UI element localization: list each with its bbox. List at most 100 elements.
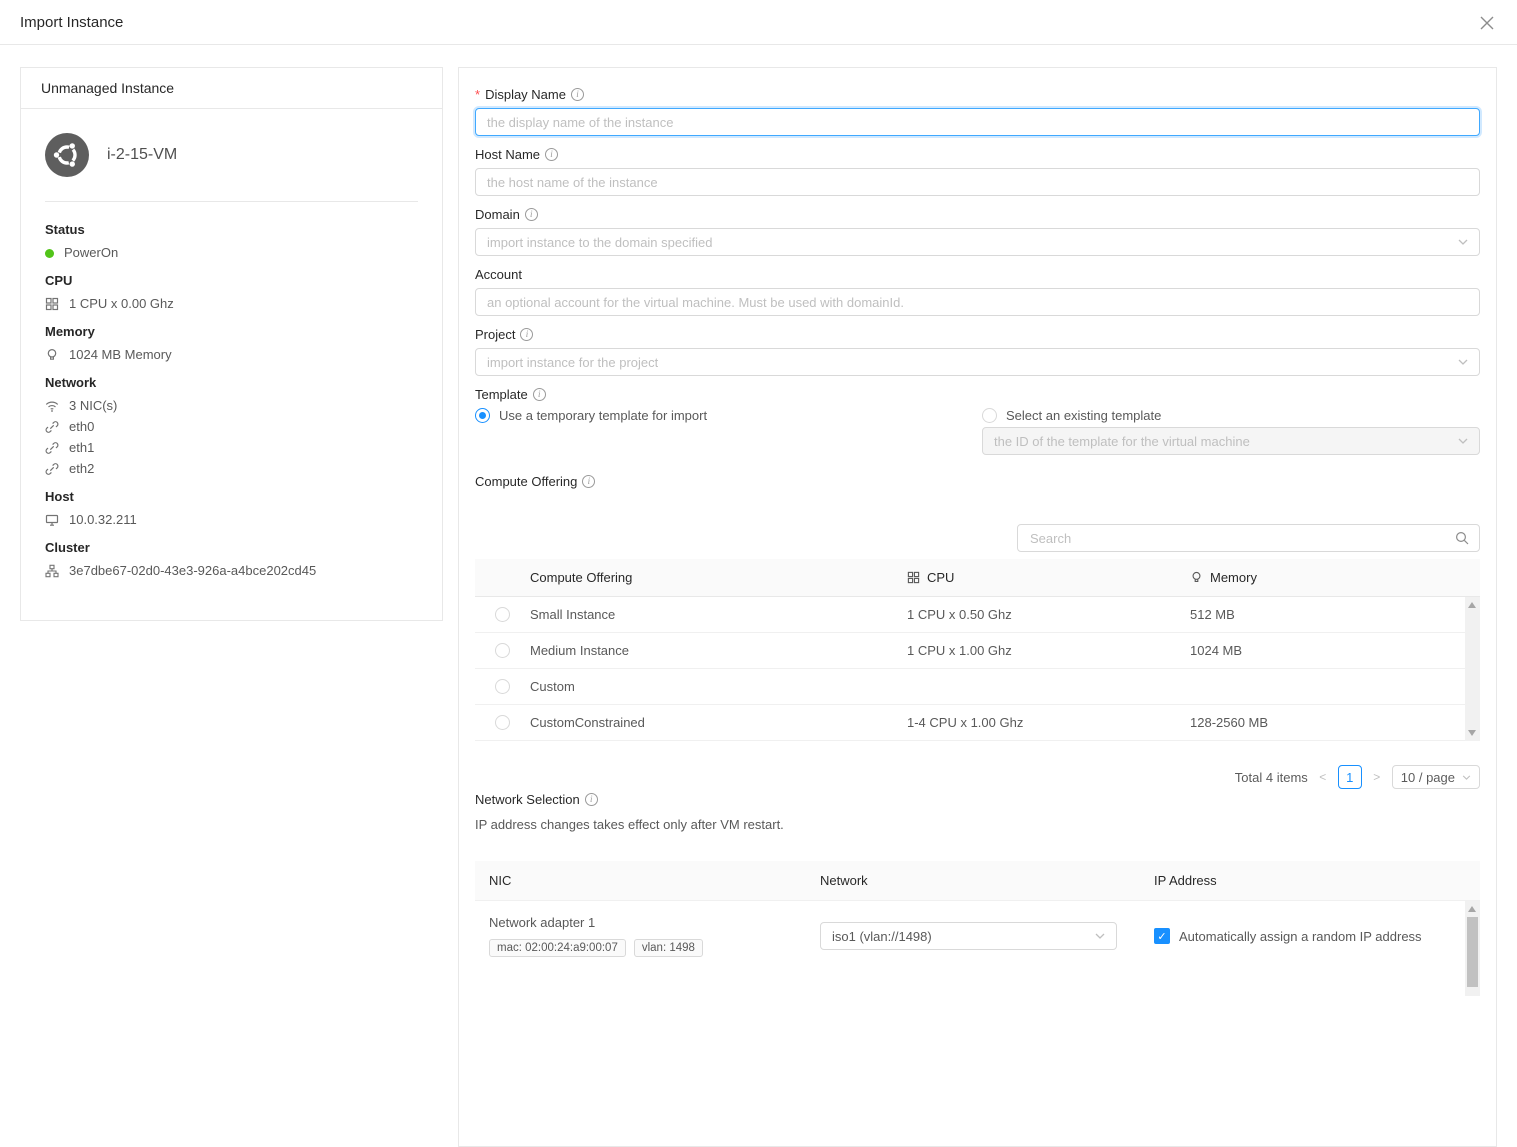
row-radio[interactable]	[495, 607, 510, 622]
interface-name: eth0	[69, 419, 94, 435]
domain-select[interactable]: import instance to the domain specified	[475, 228, 1480, 256]
scroll-thumb[interactable]	[1467, 917, 1478, 987]
link-icon	[45, 420, 59, 434]
table-row[interactable]: Small Instance 1 CPU x 0.50 Ghz 512 MB	[475, 597, 1480, 633]
close-button[interactable]	[1464, 0, 1509, 45]
nic-network-select[interactable]: iso1 (vlan://1498)	[820, 922, 1117, 950]
display-name-item: * Display Name	[475, 84, 1480, 136]
compute-offering-search	[1017, 524, 1480, 552]
instance-name: i-2-15-VM	[107, 146, 177, 164]
wifi-icon	[45, 399, 59, 413]
status-value: PowerOn	[64, 245, 118, 261]
close-icon	[1480, 16, 1494, 30]
column-header-cpu: CPU	[907, 570, 1190, 585]
project-item: Project import instance for the project	[475, 324, 1480, 376]
host-value: 10.0.32.211	[69, 512, 137, 528]
table-row[interactable]: Medium Instance 1 CPU x 1.00 Ghz 1024 MB	[475, 633, 1480, 669]
desktop-icon	[45, 513, 59, 527]
template-id-select[interactable]: the ID of the template for the virtual m…	[982, 427, 1480, 455]
display-name-input[interactable]	[475, 108, 1480, 136]
column-header-network: Network	[806, 873, 1140, 888]
radio-temporary-template[interactable]: Use a temporary template for import	[475, 408, 982, 423]
network-selection-label: Network Selection	[475, 792, 580, 807]
info-icon[interactable]	[582, 475, 595, 488]
network-section: Network 3 NIC(s) eth0 eth1 eth2	[45, 375, 418, 477]
search-icon[interactable]	[1455, 531, 1469, 545]
host-section: Host 10.0.32.211	[45, 489, 418, 528]
nic-table-body: Network adapter 1 mac: 02:00:24:a9:00:07…	[475, 901, 1480, 996]
bulb-icon	[45, 348, 59, 362]
account-input[interactable]	[475, 288, 1480, 316]
domain-label: Domain	[475, 207, 520, 222]
memory-label: Memory	[45, 324, 418, 340]
column-header-ip: IP Address	[1140, 873, 1480, 888]
host-name-input[interactable]	[475, 168, 1480, 196]
network-label: Network	[45, 375, 418, 391]
info-icon[interactable]	[571, 88, 584, 101]
required-asterisk: *	[475, 87, 480, 102]
next-page-button[interactable]: >	[1370, 765, 1384, 789]
template-id-placeholder: the ID of the template for the virtual m…	[994, 434, 1250, 449]
project-select[interactable]: import instance for the project	[475, 348, 1480, 376]
cluster-label: Cluster	[45, 540, 418, 556]
info-icon[interactable]	[585, 793, 598, 806]
template-label: Template	[475, 387, 528, 402]
info-icon[interactable]	[520, 328, 533, 341]
search-input[interactable]	[1028, 530, 1455, 547]
scroll-up-icon[interactable]	[1468, 602, 1476, 608]
compute-offering-table-header: Compute Offering CPU Memory	[475, 559, 1480, 597]
chevron-down-icon	[1458, 239, 1468, 245]
info-icon[interactable]	[533, 388, 546, 401]
link-icon	[45, 462, 59, 476]
import-form-card: * Display Name Host Name Domain import i…	[458, 67, 1497, 1147]
table-scrollbar[interactable]	[1465, 597, 1480, 741]
column-header-nic: NIC	[475, 873, 806, 888]
account-label: Account	[475, 267, 522, 282]
radio-existing-template-label: Select an existing template	[1006, 408, 1161, 423]
prev-page-button[interactable]: <	[1316, 765, 1330, 789]
row-radio[interactable]	[495, 679, 510, 694]
chevron-down-icon	[1095, 933, 1105, 939]
ubuntu-os-icon	[45, 133, 89, 177]
project-label: Project	[475, 327, 515, 342]
table-row: Network adapter 1 mac: 02:00:24:a9:00:07…	[475, 901, 1480, 971]
cpu-value: 1 CPU x 0.00 Ghz	[69, 296, 174, 312]
column-header-memory: Memory	[1190, 570, 1480, 585]
cpu-label: CPU	[45, 273, 418, 289]
network-selection-note: IP address changes takes effect only aft…	[475, 817, 1480, 833]
host-name-item: Host Name	[475, 144, 1480, 196]
page-size-select[interactable]: 10 / page	[1392, 765, 1480, 789]
status-dot-icon	[45, 249, 54, 258]
row-radio[interactable]	[495, 715, 510, 730]
page-number-button[interactable]: 1	[1338, 765, 1362, 789]
project-placeholder: import instance for the project	[487, 355, 658, 370]
compute-offering-label: Compute Offering	[475, 474, 577, 489]
column-header-name: Compute Offering	[530, 570, 907, 585]
auto-assign-ip-label: Automatically assign a random IP address	[1179, 929, 1422, 944]
domain-placeholder: import instance to the domain specified	[487, 235, 712, 250]
table-row[interactable]: Custom	[475, 669, 1480, 705]
page-size-value: 10 / page	[1401, 770, 1455, 785]
nics-summary: 3 NIC(s)	[69, 398, 117, 414]
cluster-icon	[45, 564, 59, 578]
nic-table: NIC Network IP Address Network adapter 1…	[475, 861, 1480, 996]
table-row[interactable]: CustomConstrained 1-4 CPU x 1.00 Ghz 128…	[475, 705, 1480, 741]
cpu-grid-icon	[45, 297, 59, 311]
compute-offering-table: Compute Offering CPU Memory Small Instan…	[475, 559, 1480, 741]
auto-assign-ip-option[interactable]: Automatically assign a random IP address	[1154, 928, 1480, 944]
interface-name: eth1	[69, 440, 94, 456]
scroll-down-icon[interactable]	[1468, 730, 1476, 736]
compute-offering-table-body: Small Instance 1 CPU x 0.50 Ghz 512 MB M…	[475, 597, 1480, 741]
checkbox-checked-icon[interactable]	[1154, 928, 1170, 944]
nic-network-value: iso1 (vlan://1498)	[832, 929, 932, 944]
row-radio[interactable]	[495, 643, 510, 658]
cluster-value: 3e7dbe67-02d0-43e3-926a-a4bce202cd45	[69, 563, 316, 579]
card-title: Unmanaged Instance	[21, 68, 442, 109]
info-icon[interactable]	[525, 208, 538, 221]
scroll-up-icon[interactable]	[1468, 906, 1476, 912]
info-icon[interactable]	[545, 148, 558, 161]
table-scrollbar[interactable]	[1465, 901, 1480, 996]
radio-icon	[982, 408, 997, 423]
radio-existing-template[interactable]: Select an existing template	[982, 408, 1480, 423]
unmanaged-instance-card: Unmanaged Instance i-2-15-VM Status Powe…	[20, 67, 443, 621]
